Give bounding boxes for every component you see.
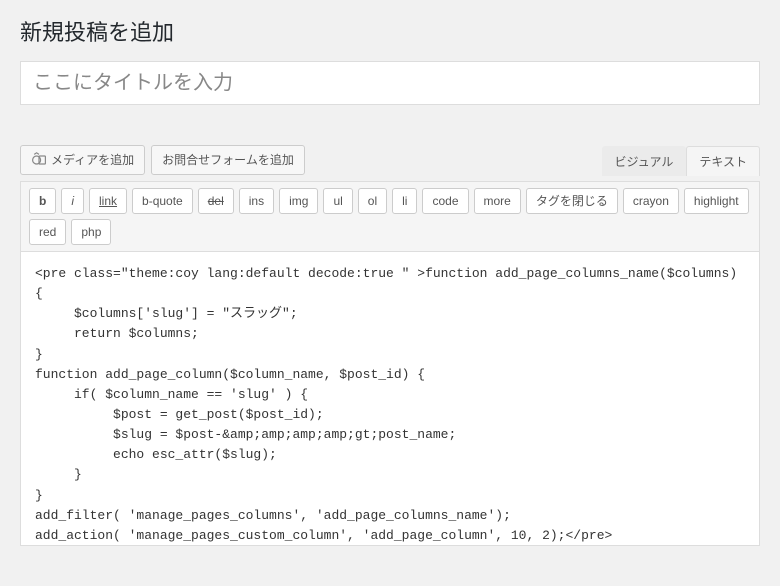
qt-btn-more[interactable]: more: [474, 188, 521, 214]
qt-btn-red[interactable]: red: [29, 219, 66, 245]
add-media-button[interactable]: メディアを追加: [20, 145, 145, 175]
qt-btn-php[interactable]: php: [71, 219, 111, 245]
qt-btn-タグを閉じる[interactable]: タグを閉じる: [526, 188, 618, 214]
content-textarea[interactable]: [21, 252, 759, 542]
qt-btn-ol[interactable]: ol: [358, 188, 387, 214]
editor-wrap: bilinkb-quotedelinsimgulollicodemoreタグを閉…: [20, 181, 760, 546]
add-media-label: メディアを追加: [51, 150, 134, 170]
tab-text[interactable]: テキスト: [686, 146, 760, 176]
page-title: 新規投稿を追加: [20, 15, 760, 47]
media-icon: [31, 152, 47, 168]
qt-btn-code[interactable]: code: [422, 188, 468, 214]
qt-btn-img[interactable]: img: [279, 188, 318, 214]
add-contact-form-button[interactable]: お問合せフォームを追加: [151, 145, 305, 175]
qt-btn-highlight[interactable]: highlight: [684, 188, 749, 214]
qt-btn-li[interactable]: li: [392, 188, 417, 214]
qt-btn-del[interactable]: del: [198, 188, 234, 214]
qt-btn-i[interactable]: i: [61, 188, 84, 214]
qt-btn-b[interactable]: b: [29, 188, 56, 214]
qt-btn-ul[interactable]: ul: [323, 188, 352, 214]
qt-btn-ins[interactable]: ins: [239, 188, 274, 214]
post-title-input[interactable]: [20, 61, 760, 105]
add-contact-form-label: お問合せフォームを追加: [162, 150, 294, 170]
quicktags-toolbar: bilinkb-quotedelinsimgulollicodemoreタグを閉…: [21, 182, 759, 252]
tab-visual[interactable]: ビジュアル: [602, 146, 687, 176]
qt-btn-link[interactable]: link: [89, 188, 127, 214]
qt-btn-crayon[interactable]: crayon: [623, 188, 679, 214]
qt-btn-b-quote[interactable]: b-quote: [132, 188, 193, 214]
